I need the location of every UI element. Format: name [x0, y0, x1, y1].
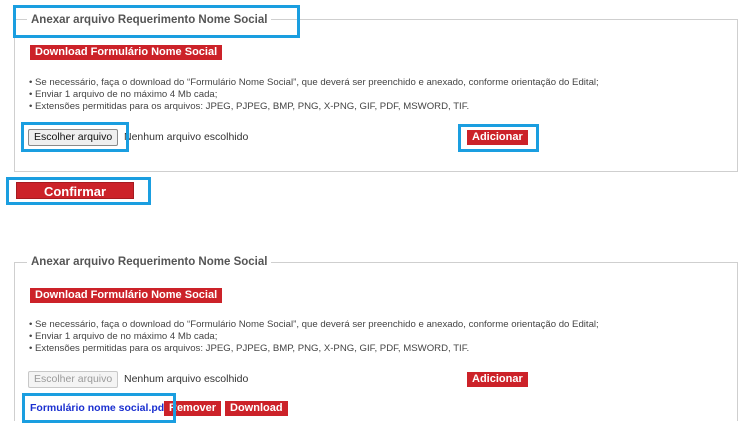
download-form-button-1[interactable]: Download Formulário Nome Social — [30, 45, 223, 60]
attached-file-link[interactable]: Formulário nome social.pdf — [30, 401, 168, 416]
choose-file-button-2: Escolher arquivo — [28, 371, 119, 388]
section-title-1: Anexar arquivo Requerimento Nome Social — [27, 13, 272, 27]
no-file-chosen-text-2: Nenhum arquivo escolhido — [124, 373, 249, 385]
instruction-line-2: • Enviar 1 arquivo de no máximo 4 Mb cad… — [29, 331, 218, 342]
no-file-chosen-text-1: Nenhum arquivo escolhido — [124, 131, 249, 143]
download-form-button-2[interactable]: Download Formulário Nome Social — [30, 288, 223, 303]
add-button-2[interactable]: Adicionar — [467, 372, 528, 387]
instruction-line-2: • Enviar 1 arquivo de no máximo 4 Mb cad… — [29, 89, 218, 100]
instruction-line-1: • Se necessário, faça o download do “For… — [29, 319, 599, 330]
download-file-button[interactable]: Download — [225, 401, 288, 416]
section-title-2: Anexar arquivo Requerimento Nome Social — [27, 255, 272, 269]
instruction-line-3: • Extensões permitidas para os arquivos:… — [29, 101, 470, 112]
confirm-button[interactable]: Confirmar — [16, 182, 134, 199]
add-button-1[interactable]: Adicionar — [467, 130, 528, 145]
instruction-line-3: • Extensões permitidas para os arquivos:… — [29, 343, 470, 354]
choose-file-button-1[interactable]: Escolher arquivo — [28, 129, 119, 146]
remove-file-button[interactable]: Remover — [164, 401, 222, 416]
instruction-line-1: • Se necessário, faça o download do “For… — [29, 77, 599, 88]
